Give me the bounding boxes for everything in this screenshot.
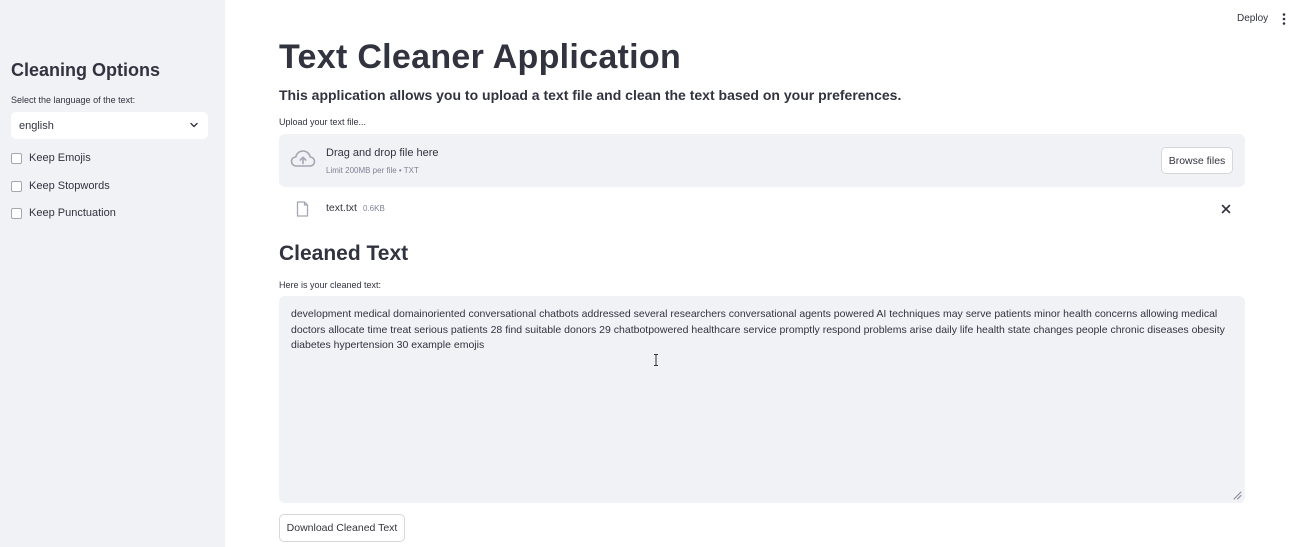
file-dropzone[interactable]: Drag and drop file here Limit 200MB per … xyxy=(279,134,1245,187)
keep-punctuation-label: Keep Punctuation xyxy=(29,207,116,219)
keep-punctuation-checkbox[interactable]: Keep Punctuation xyxy=(11,207,116,219)
text-cursor-icon xyxy=(654,354,658,366)
cleaned-text-area[interactable]: development medical domainoriented conve… xyxy=(279,296,1245,503)
keep-stopwords-checkbox[interactable]: Keep Stopwords xyxy=(11,180,110,192)
page-title: Text Cleaner Application xyxy=(279,38,682,76)
sidebar-title: Cleaning Options xyxy=(11,60,161,80)
uploaded-file-size: 0.6KB xyxy=(363,204,385,213)
deploy-button[interactable]: Deploy xyxy=(1237,13,1268,24)
cloud-upload-icon xyxy=(290,150,316,167)
cleaned-text-heading: Cleaned Text xyxy=(279,242,409,265)
cleaned-text-content: development medical domainoriented conve… xyxy=(291,308,1225,351)
keep-emojis-checkbox[interactable]: Keep Emojis xyxy=(11,152,91,164)
download-cleaned-text-button[interactable]: Download Cleaned Text xyxy=(279,514,405,542)
page-subtitle: This application allows you to upload a … xyxy=(279,87,902,103)
vertical-dots-icon[interactable] xyxy=(1281,12,1287,26)
language-select-label: Select the language of the text: xyxy=(11,95,136,105)
language-select[interactable]: english xyxy=(11,112,208,139)
upload-label: Upload your text file... xyxy=(279,117,367,127)
checkbox-box[interactable] xyxy=(11,180,22,192)
file-limit-text: Limit 200MB per file • TXT xyxy=(326,166,419,175)
sidebar: Cleaning Options Select the language of … xyxy=(0,0,225,547)
browse-files-button[interactable]: Browse files xyxy=(1161,147,1233,174)
uploaded-file-name: text.txt xyxy=(326,202,357,214)
language-select-value: english xyxy=(19,119,54,132)
keep-stopwords-label: Keep Stopwords xyxy=(29,180,110,192)
uploaded-file-row: text.txt 0.6KB xyxy=(279,198,1245,220)
file-icon xyxy=(296,201,309,217)
chevron-down-icon xyxy=(190,122,198,128)
resize-grip-icon[interactable] xyxy=(1233,491,1242,500)
close-icon[interactable] xyxy=(1221,204,1231,214)
keep-emojis-label: Keep Emojis xyxy=(29,152,91,164)
drop-instructions: Drag and drop file here xyxy=(326,147,439,159)
checkbox-box[interactable] xyxy=(11,152,22,164)
cleaned-text-label: Here is your cleaned text: xyxy=(279,280,382,290)
checkbox-box[interactable] xyxy=(11,207,22,219)
